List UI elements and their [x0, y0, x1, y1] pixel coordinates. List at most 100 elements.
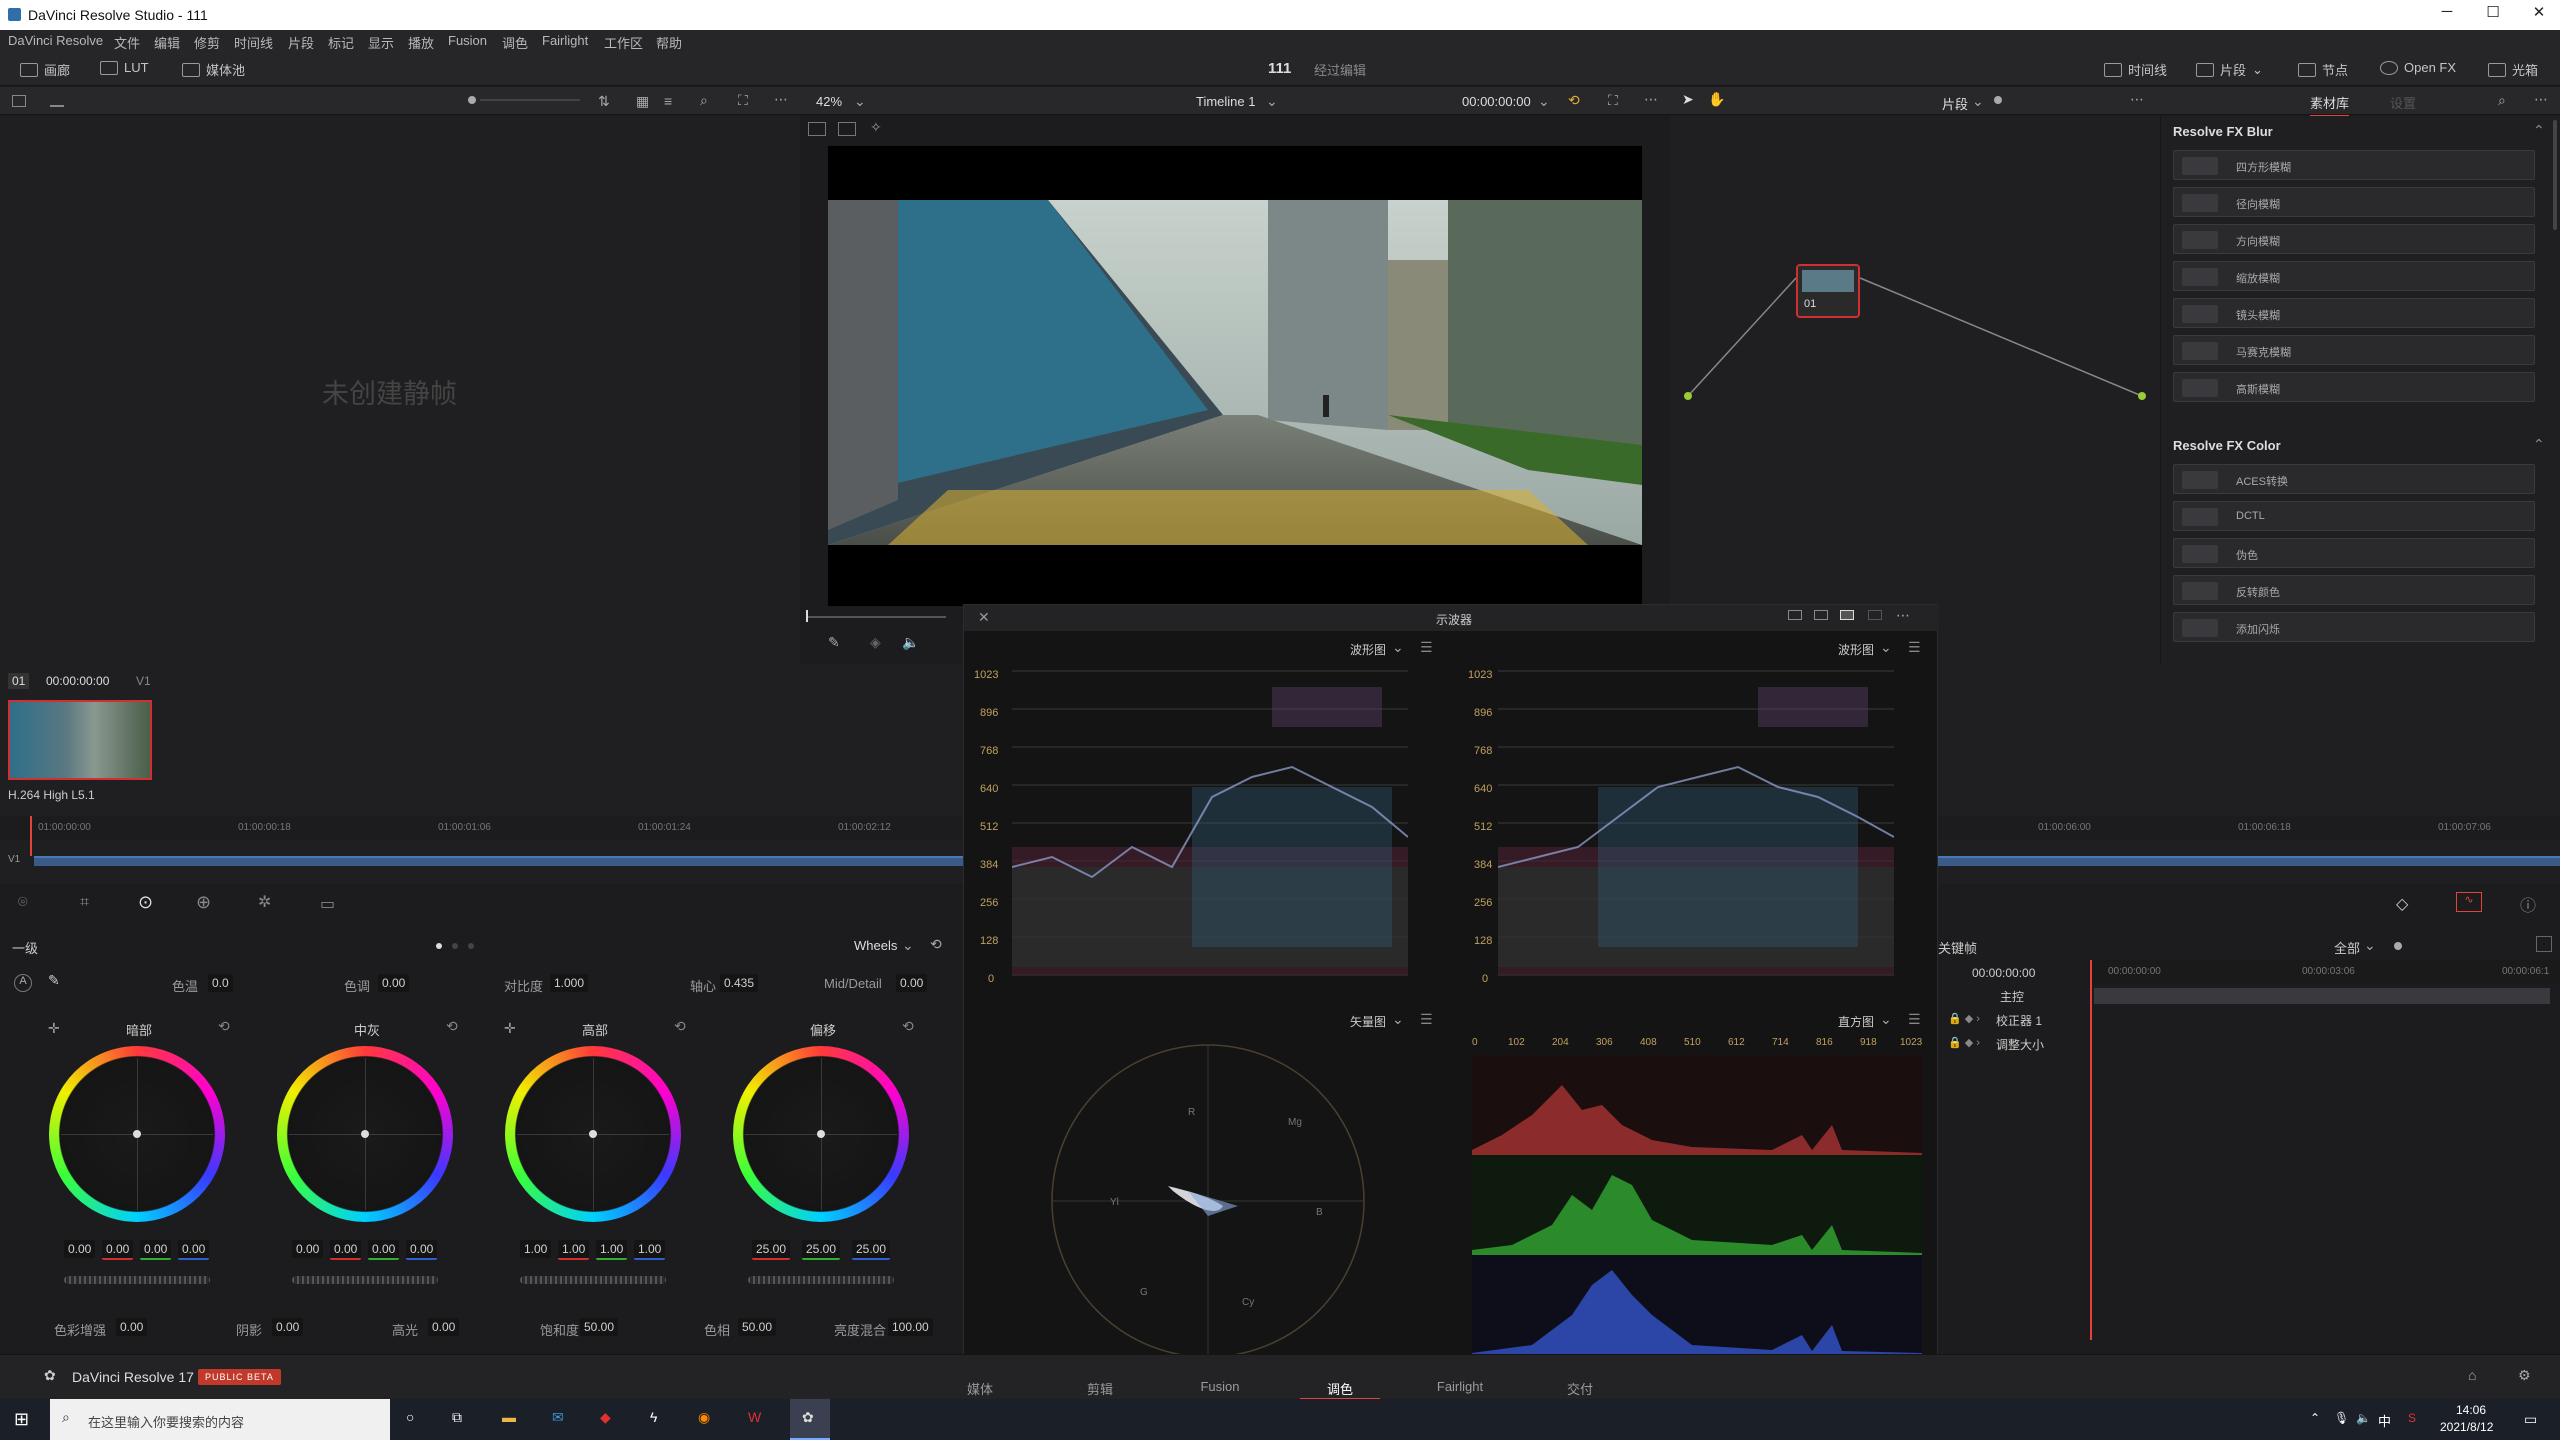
- gain-master-jog[interactable]: [520, 1276, 666, 1284]
- timeline-playhead[interactable]: [30, 816, 32, 856]
- middetail-value[interactable]: 0.00: [896, 974, 928, 992]
- layout-4-icon[interactable]: [1840, 610, 1854, 620]
- menu-davinci[interactable]: DaVinci Resolve: [8, 33, 103, 48]
- page-dot[interactable]: [468, 943, 474, 949]
- expand-icon[interactable]: [2536, 936, 2552, 952]
- maximize-button[interactable]: ☐: [2470, 3, 2516, 27]
- minimize-button[interactable]: ─: [2424, 3, 2470, 27]
- chevron-down-icon[interactable]: ⌄: [1972, 93, 1984, 110]
- scopes-window[interactable]: ✕ 示波器 ⋯ 波形图 ⌄ ☰ 1023 896 768 640 512 384…: [963, 604, 1939, 1362]
- fx-item[interactable]: 缩放模糊: [2173, 261, 2535, 291]
- grid-view-icon[interactable]: ▦: [636, 93, 649, 110]
- timeline-selector[interactable]: Timeline 1: [1196, 94, 1255, 109]
- clip-thumbnail[interactable]: [8, 700, 152, 780]
- offset-b[interactable]: 25.00: [852, 1240, 891, 1260]
- menu-file[interactable]: 文件: [114, 33, 140, 52]
- lift-master-jog[interactable]: [64, 1276, 210, 1284]
- fx-item[interactable]: ACES转换: [2173, 464, 2535, 494]
- node-01[interactable]: 01: [1796, 264, 1860, 318]
- keyframes-filter[interactable]: 全部: [2334, 938, 2360, 957]
- menu-clip[interactable]: 片段: [288, 33, 314, 52]
- reset-icon[interactable]: ⟲: [930, 936, 942, 953]
- file-explorer-icon[interactable]: ▬: [502, 1409, 516, 1425]
- collapse-icon[interactable]: ⌃: [2533, 436, 2545, 453]
- scope1-type[interactable]: 波形图: [1350, 641, 1386, 658]
- nodes-button[interactable]: 节点: [2298, 60, 2348, 79]
- page-edit[interactable]: 剪辑: [1060, 1379, 1140, 1398]
- pivot-value[interactable]: 0.435: [720, 974, 759, 992]
- lock-icon[interactable]: 🔒 ◆ ›: [1948, 1012, 1980, 1025]
- menu-timeline[interactable]: 时间线: [234, 33, 273, 52]
- eyedropper-icon[interactable]: ✎: [828, 634, 840, 651]
- cortana-icon[interactable]: ○: [406, 1409, 414, 1425]
- more-options-icon[interactable]: ⋯: [2534, 91, 2548, 108]
- fx-item[interactable]: 方向模糊: [2173, 224, 2535, 254]
- taskbar-search[interactable]: ⌕ 在这里输入你要搜索的内容: [50, 1399, 390, 1440]
- auto-balance-icon[interactable]: A: [14, 974, 32, 992]
- fx-item[interactable]: 马赛克模糊: [2173, 335, 2535, 365]
- highlight-icon[interactable]: ◈: [870, 634, 881, 651]
- menu-color[interactable]: 调色: [502, 33, 528, 52]
- lift-y[interactable]: 0.00: [64, 1240, 96, 1258]
- reset-icon[interactable]: ⟲: [446, 1018, 458, 1035]
- motion-effects-icon[interactable]: ▭: [320, 894, 335, 914]
- media-pool-button[interactable]: 媒体池: [182, 60, 245, 79]
- split-view-icon[interactable]: [838, 122, 856, 136]
- chevron-down-icon[interactable]: ⌄: [854, 93, 866, 110]
- chevron-down-icon[interactable]: ⌄: [1880, 639, 1892, 656]
- fx-item[interactable]: DCTL: [2173, 501, 2535, 531]
- page-fusion[interactable]: Fusion: [1180, 1379, 1260, 1394]
- more-options-icon[interactable]: ⋯: [2130, 91, 2144, 108]
- loop-icon[interactable]: ⟲: [1568, 92, 1580, 109]
- picker-plus-icon[interactable]: ✛: [48, 1020, 60, 1037]
- menu-fairlight[interactable]: Fairlight: [542, 33, 588, 48]
- search-icon[interactable]: ⌕: [2498, 92, 2506, 109]
- single-view-icon[interactable]: [808, 122, 826, 136]
- menu-view[interactable]: 显示: [368, 33, 394, 52]
- fx-blur-category[interactable]: Resolve FX Blur: [2173, 124, 2273, 139]
- color-match-icon[interactable]: ⌗: [80, 894, 89, 912]
- lift-wheel[interactable]: [49, 1046, 225, 1222]
- node-clip-selector[interactable]: 片段: [1942, 94, 1968, 113]
- fx-item[interactable]: 添加闪烁: [2173, 612, 2535, 642]
- menu-mark[interactable]: 标记: [328, 33, 354, 52]
- task-view-icon[interactable]: ⧉: [452, 1409, 462, 1426]
- menu-fusion[interactable]: Fusion: [448, 33, 487, 48]
- chevron-down-icon[interactable]: ⌄: [902, 937, 914, 954]
- volume-icon[interactable]: 🔈: [902, 634, 919, 651]
- clips-button[interactable]: 片段 ⌄: [2196, 60, 2263, 79]
- menu-workspace[interactable]: 工作区: [604, 33, 643, 52]
- tab-library[interactable]: 素材库: [2310, 93, 2350, 117]
- volume-icon[interactable]: 🔈: [2356, 1411, 2371, 1425]
- gallery-zoom-slider[interactable]: [468, 96, 476, 104]
- scope-settings-icon[interactable]: ☰: [1420, 1011, 1433, 1028]
- keyframe-zoom-slider[interactable]: [2394, 942, 2402, 950]
- magic-wand-icon[interactable]: ✧: [870, 119, 882, 136]
- grab-still-icon[interactable]: [50, 95, 64, 107]
- lock-icon[interactable]: 🔒 ◆ ›: [1948, 1036, 1980, 1049]
- gain-wheel[interactable]: [505, 1046, 681, 1222]
- gamma-b[interactable]: 0.00: [406, 1240, 438, 1260]
- offset-g[interactable]: 25.00: [802, 1240, 841, 1260]
- node-editor[interactable]: 01: [1670, 116, 2160, 664]
- info-icon[interactable]: ⓘ: [2520, 892, 2536, 916]
- hand-tool-icon[interactable]: ✋: [1708, 91, 1725, 108]
- saturation-value[interactable]: 50.00: [580, 1318, 619, 1336]
- layout-2-icon[interactable]: [1814, 610, 1828, 620]
- playhead[interactable]: [806, 610, 808, 622]
- chevron-down-icon[interactable]: ⌄: [1392, 639, 1404, 656]
- picker-icon[interactable]: ✎: [48, 972, 60, 989]
- app-red-icon[interactable]: ◆: [600, 1409, 611, 1426]
- timeline-button[interactable]: 时间线: [2104, 60, 2167, 79]
- fx-item[interactable]: 伪色: [2173, 538, 2535, 568]
- picker-plus-icon[interactable]: ✛: [504, 1020, 516, 1037]
- fullscreen-icon[interactable]: ⛶: [1608, 92, 1618, 109]
- hue-value[interactable]: 50.00: [738, 1318, 777, 1336]
- scrub-bar[interactable]: [806, 616, 946, 618]
- pointer-tool-icon[interactable]: ➤: [1682, 91, 1694, 108]
- gamma-y[interactable]: 0.00: [292, 1240, 324, 1258]
- offset-r[interactable]: 25.00: [752, 1240, 791, 1260]
- gain-r[interactable]: 1.00: [558, 1240, 590, 1260]
- keyframe-playhead[interactable]: [2090, 960, 2092, 1340]
- gamma-g[interactable]: 0.00: [368, 1240, 400, 1260]
